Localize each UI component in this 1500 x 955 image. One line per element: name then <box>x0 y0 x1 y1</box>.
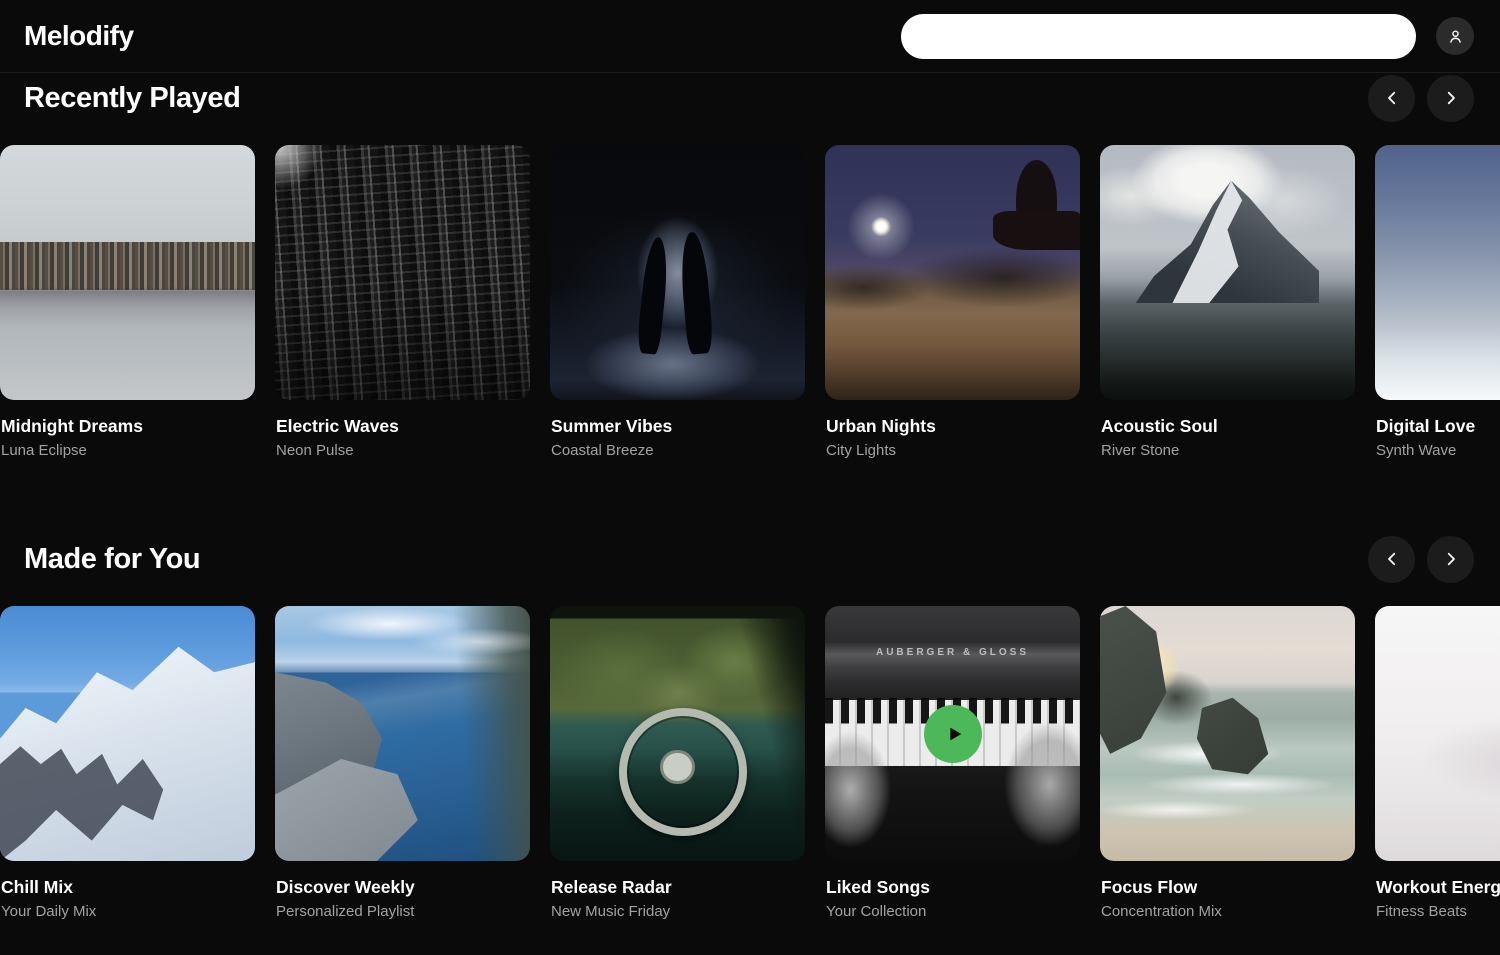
card-art <box>0 145 255 400</box>
play-icon <box>940 723 965 745</box>
chevron-left-icon <box>1383 550 1401 568</box>
playlist-card[interactable]: Summer Vibes Coastal Breeze <box>550 145 805 459</box>
card-title: Electric Waves <box>275 416 530 437</box>
card-title: Urban Nights <box>825 416 1080 437</box>
card-subtitle: River Stone <box>1100 442 1355 459</box>
playlist-card[interactable]: Digital Love Synth Wave <box>1375 145 1500 459</box>
carousel-prev-button[interactable] <box>1368 75 1415 122</box>
card-art <box>1100 606 1355 861</box>
play-circle <box>924 705 982 763</box>
card-title: Chill Mix <box>0 877 255 898</box>
carousel-next-button[interactable] <box>1427 75 1474 122</box>
card-title: Digital Love <box>1375 416 1500 437</box>
card-title: Focus Flow <box>1100 877 1355 898</box>
card-subtitle: Fitness Beats <box>1375 903 1500 920</box>
card-art <box>1375 145 1500 400</box>
chevron-left-icon <box>1383 89 1401 107</box>
card-subtitle: Your Daily Mix <box>0 903 255 920</box>
cards-row: Midnight Dreams Luna Eclipse Electric W <box>0 145 1500 459</box>
playlist-card[interactable]: Urban Nights City Lights <box>825 145 1080 459</box>
playlist-card[interactable]: Chill Mix Your Daily Mix <box>0 606 255 920</box>
playlist-section: Made for You <box>0 536 1500 920</box>
card-subtitle: Concentration Mix <box>1100 903 1355 920</box>
app-logo[interactable]: Melodify <box>24 20 134 52</box>
card-art: AUBERGER & GLOSS <box>825 606 1080 861</box>
card-title: Acoustic Soul <box>1100 416 1355 437</box>
card-title: Discover Weekly <box>275 877 530 898</box>
card-subtitle: Coastal Breeze <box>550 442 805 459</box>
playlist-card[interactable]: Workout Energy Fitness Beats <box>1375 606 1500 920</box>
card-subtitle: Synth Wave <box>1375 442 1500 459</box>
card-title: Release Radar <box>550 877 805 898</box>
card-subtitle: Neon Pulse <box>275 442 530 459</box>
card-title: Liked Songs <box>825 877 1080 898</box>
card-art <box>275 145 530 400</box>
section-head: Recently Played <box>0 75 1500 121</box>
card-subtitle: Luna Eclipse <box>0 442 255 459</box>
card-subtitle: Your Collection <box>825 903 1080 920</box>
playlist-section: Recently Played <box>0 75 1500 459</box>
carousel-next-button[interactable] <box>1427 536 1474 583</box>
card-art <box>825 145 1080 400</box>
chevron-right-icon <box>1442 89 1460 107</box>
chevron-right-icon <box>1442 550 1460 568</box>
section-title: Made for You <box>24 543 200 576</box>
card-art <box>0 606 255 861</box>
card-title: Midnight Dreams <box>0 416 255 437</box>
playlist-card[interactable]: Acoustic Soul River Stone <box>1100 145 1355 459</box>
profile-button[interactable] <box>1436 17 1474 55</box>
play-button[interactable] <box>825 606 1080 861</box>
section-title: Recently Played <box>24 82 240 115</box>
playlist-card[interactable]: Release Radar New Music Friday <box>550 606 805 920</box>
user-icon <box>1446 27 1465 46</box>
card-subtitle: City Lights <box>825 442 1080 459</box>
header-right <box>901 14 1474 59</box>
card-art <box>275 606 530 861</box>
card-subtitle: New Music Friday <box>550 903 805 920</box>
playlist-card[interactable]: Focus Flow Concentration Mix <box>1100 606 1355 920</box>
card-art <box>1100 145 1355 400</box>
search-input[interactable] <box>901 14 1416 59</box>
app-header: Melodify <box>0 0 1500 73</box>
card-title: Summer Vibes <box>550 416 805 437</box>
playlist-card[interactable]: AUBERGER & GLOSS Liked Songs Your Collec… <box>825 606 1080 920</box>
card-art <box>550 606 805 861</box>
carousel-controls <box>1368 75 1474 122</box>
card-title: Workout Energy <box>1375 877 1500 898</box>
card-subtitle: Personalized Playlist <box>275 903 530 920</box>
carousel-prev-button[interactable] <box>1368 536 1415 583</box>
card-art <box>550 145 805 400</box>
playlist-card[interactable]: Midnight Dreams Luna Eclipse <box>0 145 255 459</box>
main-content: Recently Played <box>0 75 1500 920</box>
cards-row: Chill Mix Your Daily Mix Discover Weekl <box>0 606 1500 920</box>
carousel-controls <box>1368 536 1474 583</box>
section-head: Made for You <box>0 536 1500 582</box>
card-art <box>1375 606 1500 861</box>
playlist-card[interactable]: Electric Waves Neon Pulse <box>275 145 530 459</box>
playlist-card[interactable]: Discover Weekly Personalized Playlist <box>275 606 530 920</box>
